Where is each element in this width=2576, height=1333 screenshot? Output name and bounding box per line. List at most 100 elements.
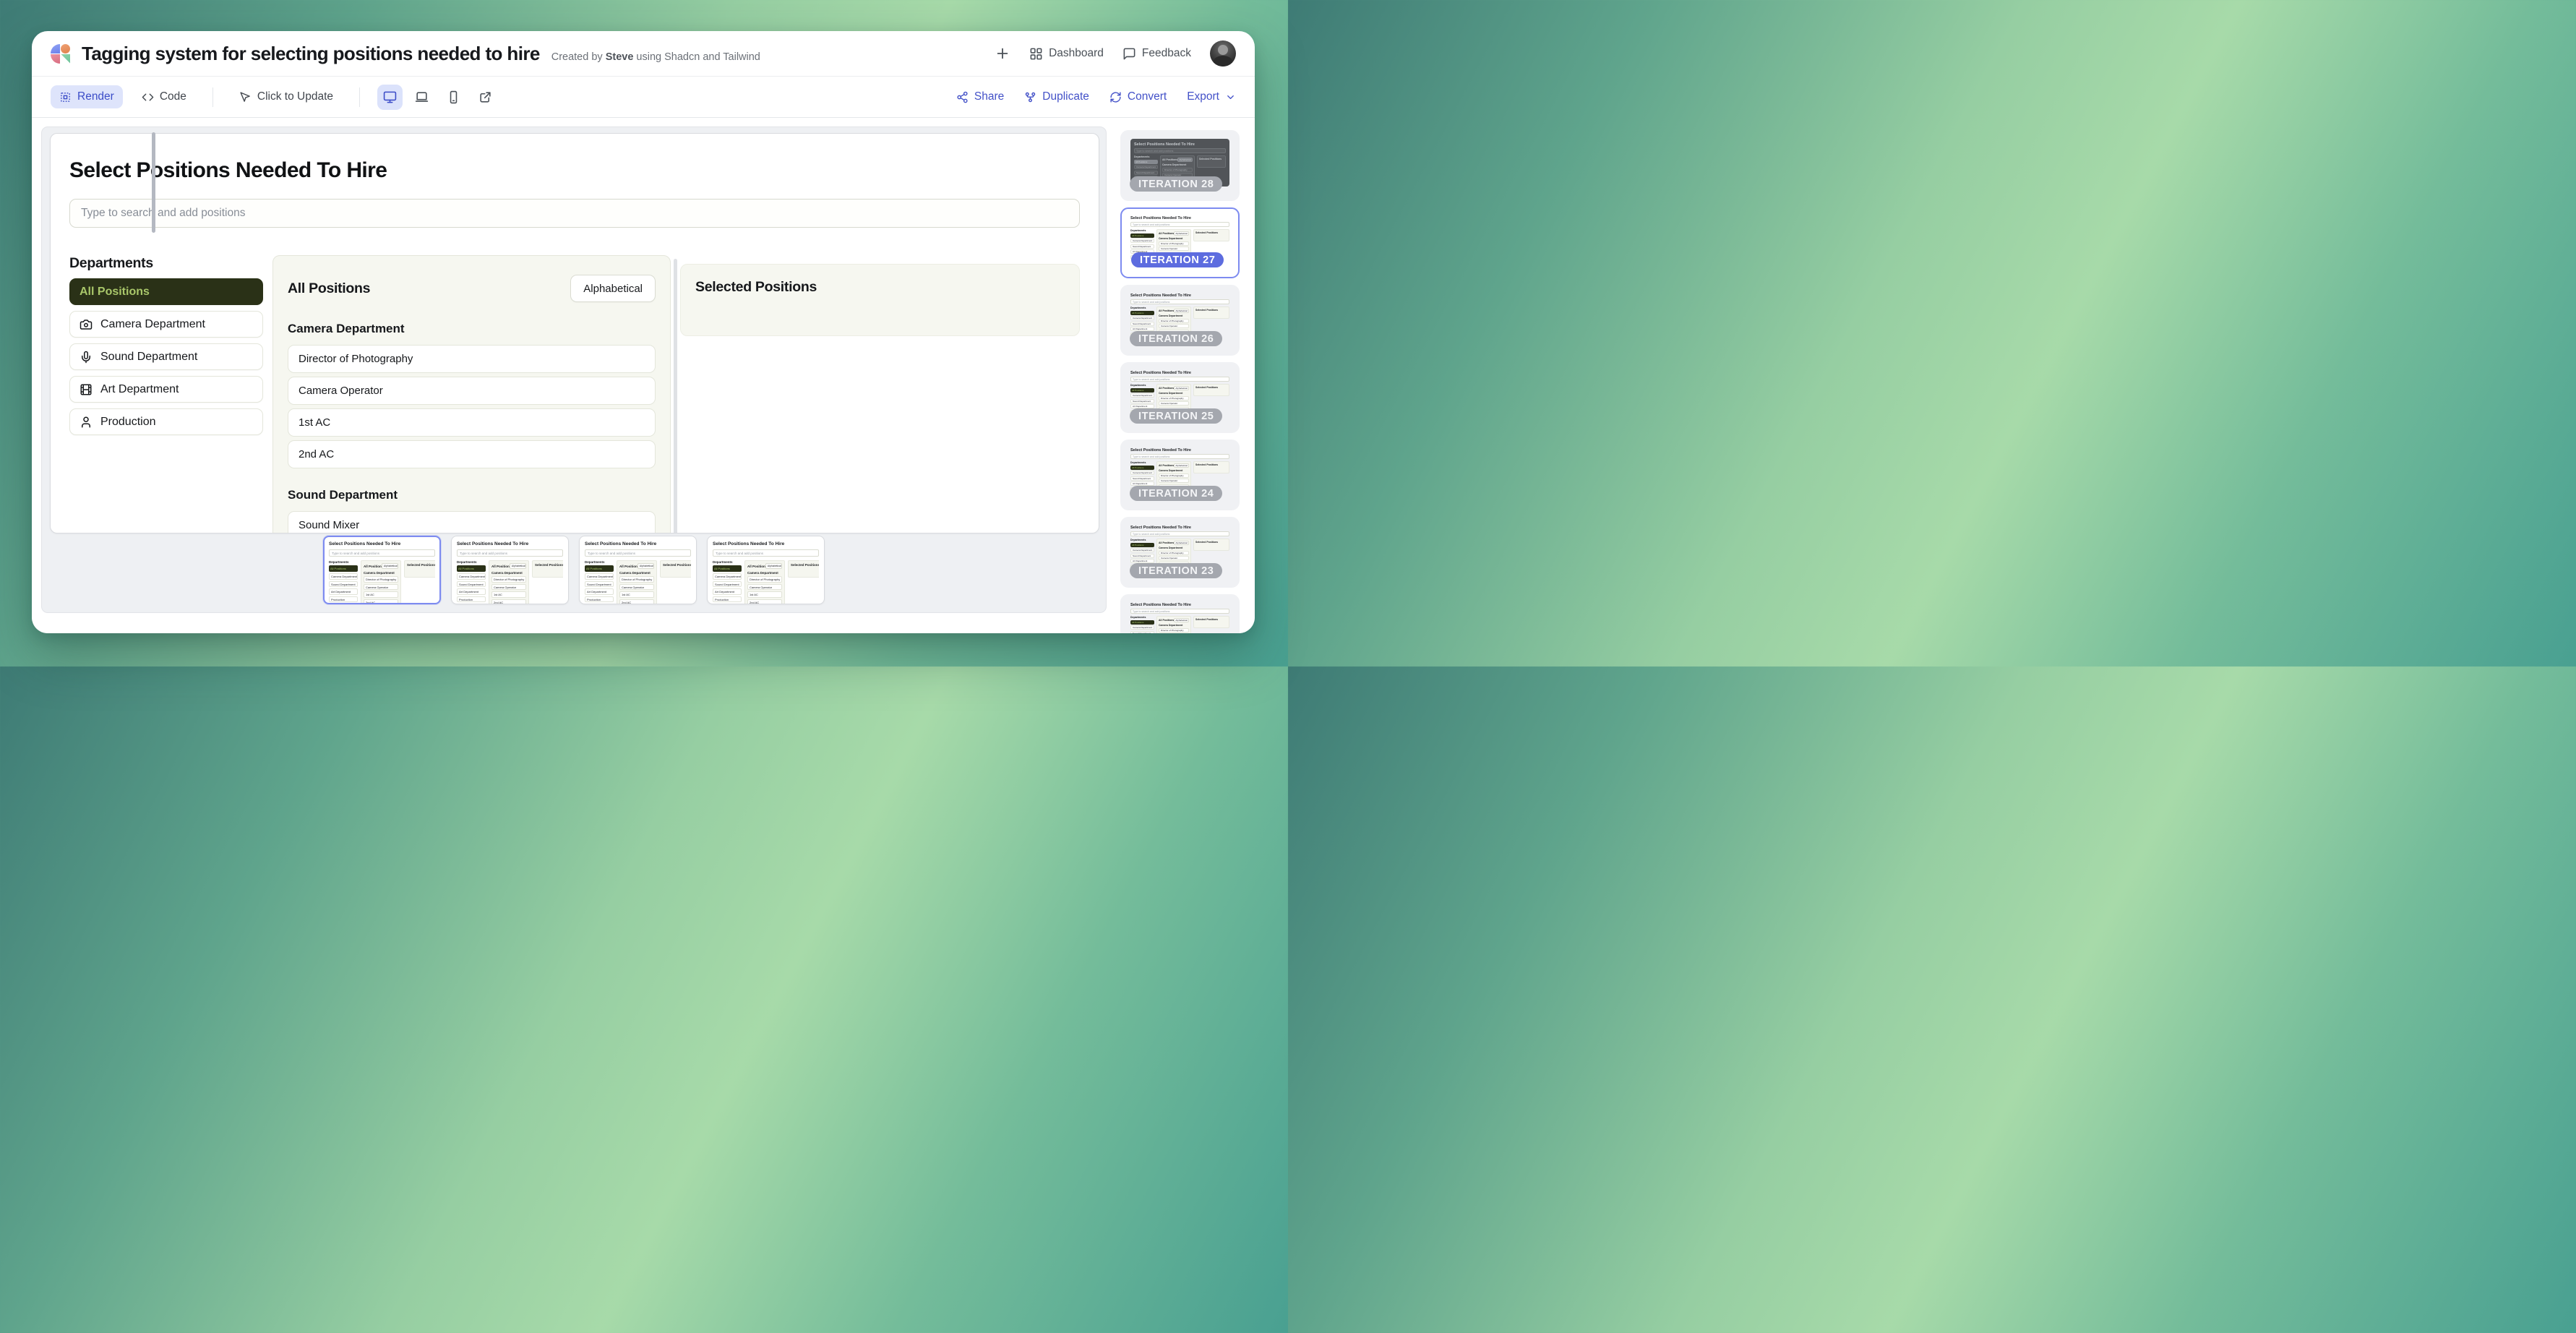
sidebar-item-art-department[interactable]: Art Department [69,376,263,403]
app-preview: Select Positions Needed To Hire Departme… [50,133,1099,533]
click-to-update-button[interactable]: Click to Update [231,85,342,108]
plus-icon [995,46,1010,61]
share-nodes-icon [956,91,969,103]
share-button[interactable]: Share [956,90,1004,103]
version-thumbnail-2[interactable]: Select Positions Needed To HireType to s… [451,536,569,604]
desktop-icon [383,90,397,104]
byline-prefix: Created by [551,51,603,63]
app-columns: Departments All Positions Camera Departm… [69,255,1080,533]
version-thumbnail-preview: Select Positions Needed To HireType to s… [713,541,819,604]
open-preview-button[interactable] [473,85,498,110]
mini-active-department: All Positions [1130,388,1154,393]
version-thumbnail-strip: Select Positions Needed To Hire Type to s… [42,536,1106,604]
header-actions: Dashboard Feedback [995,40,1236,67]
mini-position-row: Director of Photography [1159,551,1189,555]
mini-department-row: Production [585,596,614,603]
page-title: Tagging system for selecting positions n… [82,43,540,65]
iteration-card-iteration-27[interactable]: Select Positions Needed To HireType to s… [1120,207,1240,278]
app-heading: Select Positions Needed To Hire [69,158,1080,183]
mini-title: Select Positions Needed To Hire [1130,603,1229,607]
mini-department-row: Sound Department [457,581,486,588]
mini-department-row: Camera Department [329,573,358,580]
positions-groups: Camera Department Director of Photograph… [288,322,656,533]
duplicate-button[interactable]: Duplicate [1024,90,1089,103]
refresh-icon [1109,91,1122,103]
mini-department-row: Camera Department [457,573,486,580]
mini-search: Type to search and add positions [1130,454,1229,459]
desktop-view-button[interactable] [377,85,403,110]
position-item[interactable]: 2nd AC [288,440,656,468]
fork-icon [1024,91,1036,103]
user-avatar[interactable] [1210,40,1236,67]
positions-search-input[interactable] [69,199,1080,228]
mini-position-row: 1st AC [364,591,398,598]
duplicate-label: Duplicate [1042,90,1089,103]
mini-position-row: Director of Photography [619,576,654,583]
convert-button[interactable]: Convert [1109,90,1167,103]
app-window: Tagging system for selecting positions n… [32,31,1255,633]
position-item[interactable]: Camera Operator [288,377,656,405]
phone-view-button[interactable] [441,85,466,110]
grid-icon [1029,47,1043,61]
mini-position-row: Camera Operator [1159,479,1189,483]
iteration-badge: ITERATION 26 [1130,331,1222,346]
version-thumbnail-4[interactable]: Select Positions Needed To HireType to s… [707,536,825,604]
mini-title: Select Positions Needed To Hire [1130,371,1229,375]
camera-icon [80,318,93,331]
iterations-scrollbar[interactable] [152,132,155,233]
laptop-view-button[interactable] [409,85,434,110]
sidebar-item-all-positions[interactable]: All Positions [69,278,263,305]
mini-position-row: Director of Photography [747,576,782,583]
mini-title: Select Positions Needed To Hire [1130,216,1229,220]
positions-scrollbar[interactable] [674,259,677,533]
position-item[interactable]: Director of Photography [288,345,656,373]
iteration-card-iteration-28[interactable]: Select Positions Needed To HireType to s… [1120,130,1240,201]
mini-position-row: Camera Operator [1159,324,1189,328]
iteration-card-iteration-24[interactable]: Select Positions Needed To HireType to s… [1120,440,1240,510]
new-project-button[interactable] [995,46,1010,61]
mini-department-row: Sound Department [585,581,614,588]
sidebar-item-production[interactable]: Production [69,408,263,435]
preview-canvas: Select Positions Needed To Hire Departme… [41,127,1107,613]
mini-position-row: 2nd AC [491,599,526,605]
mini-department-row: Sound Department [1134,171,1158,175]
microphone-icon [80,351,93,364]
iteration-card-iteration-23[interactable]: Select Positions Needed To HireType to s… [1120,517,1240,588]
code-label: Code [160,90,186,103]
mini-department-row: Sound Department [713,581,742,588]
version-thumbnail-3[interactable]: Select Positions Needed To Hire Type to s… [579,536,697,604]
mini-department-row: Camera Department [1130,471,1154,475]
speech-bubble-icon [1122,47,1136,61]
mini-position-row: Camera Operator [1159,401,1189,406]
mini-department-row: Art Department [457,588,486,595]
mini-position-row: 2nd AC [747,599,782,605]
mini-active-department: All Positions [1130,233,1154,238]
mini-position-row: Camera Operator [364,584,398,591]
version-thumbnail-1[interactable]: Select Positions Needed To HireType to s… [323,536,441,604]
mini-title: Select Positions Needed To Hire [1134,142,1226,147]
feedback-button[interactable]: Feedback [1122,47,1191,61]
export-button[interactable]: Export [1187,90,1236,103]
sidebar-item-camera-department[interactable]: Camera Department [69,311,263,338]
mini-department-row: Camera Department [713,573,742,580]
mini-position-row: Camera Operator [1159,247,1189,251]
mini-position-row: Director of Photography [1159,396,1189,400]
mini-title: Select Positions Needed To Hire [585,541,691,547]
iteration-card-iteration-25[interactable]: Select Positions Needed To HireType to s… [1120,362,1240,433]
iteration-card[interactable]: Select Positions Needed To HireType to s… [1120,594,1240,633]
code-tab[interactable]: Code [133,85,195,108]
mini-department-row: Camera Department [1130,239,1154,243]
mini-position-row: 1st AC [491,591,526,598]
dashboard-button[interactable]: Dashboard [1029,47,1104,61]
logo-green-triangle-icon [61,54,70,64]
iteration-card-iteration-26[interactable]: Select Positions Needed To HireType to s… [1120,285,1240,356]
position-item[interactable]: Sound Mixer [288,511,656,533]
iteration-badge: ITERATION 24 [1130,486,1222,501]
mini-department-row: Camera Department [1130,625,1154,630]
mini-active-department: All Positions [1130,466,1154,470]
sort-alphabetical-button[interactable]: Alphabetical [570,275,656,302]
sidebar-item-sound-department[interactable]: Sound Department [69,343,263,370]
render-tab[interactable]: Render [51,85,123,108]
position-item[interactable]: 1st AC [288,408,656,437]
mini-search: Type to search and add positions [585,549,691,557]
